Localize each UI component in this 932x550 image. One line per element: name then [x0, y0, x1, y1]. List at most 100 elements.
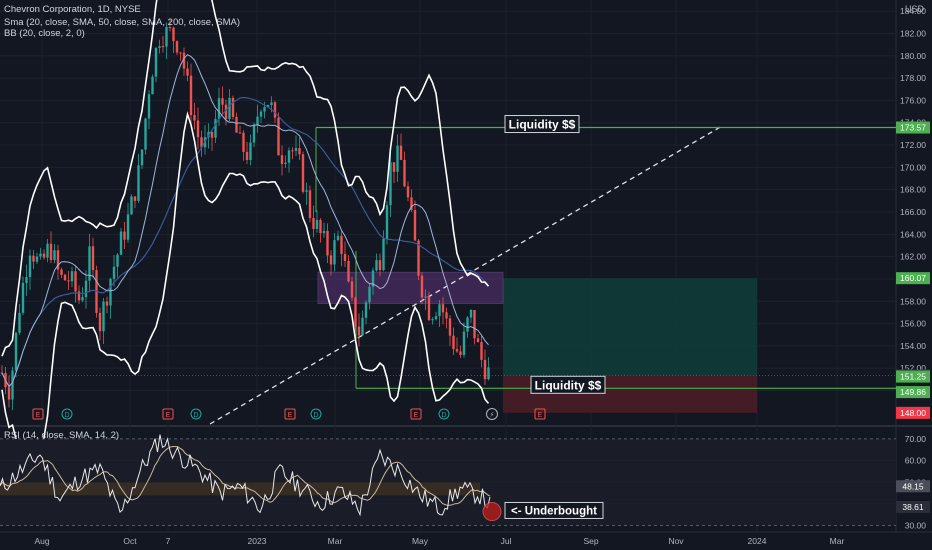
candle-body[interactable]	[329, 255, 333, 265]
candle-body[interactable]	[350, 281, 354, 298]
candle-body[interactable]	[123, 231, 126, 240]
candle-body[interactable]	[60, 269, 63, 275]
candle-body[interactable]	[413, 210, 417, 241]
candle-body[interactable]	[91, 246, 95, 271]
candle-body[interactable]	[473, 309, 476, 339]
candle-body[interactable]	[322, 230, 326, 234]
candle-body[interactable]	[273, 102, 277, 118]
candle-body[interactable]	[32, 255, 35, 262]
candle-body[interactable]	[284, 162, 287, 164]
candle-body[interactable]	[280, 155, 284, 164]
candle-body[interactable]	[249, 142, 252, 161]
price-chart-canvas[interactable]: 184.00182.00180.00178.00176.00174.00172.…	[0, 0, 932, 550]
candle-body[interactable]	[403, 159, 406, 187]
underbought-marker[interactable]	[482, 502, 502, 522]
candle-body[interactable]	[186, 68, 189, 76]
candle-body[interactable]	[35, 256, 39, 262]
candle-body[interactable]	[84, 280, 88, 298]
candle-body[interactable]	[455, 349, 459, 352]
candle-body[interactable]	[217, 98, 221, 120]
candle-body[interactable]	[39, 253, 42, 257]
candle-body[interactable]	[252, 125, 256, 143]
candle-body[interactable]	[256, 116, 259, 126]
candle-body[interactable]	[347, 260, 350, 282]
candle-body[interactable]	[214, 119, 217, 138]
candle-body[interactable]	[431, 319, 434, 321]
candle-body[interactable]	[298, 148, 301, 155]
candle-body[interactable]	[406, 186, 410, 198]
candle-body[interactable]	[357, 326, 361, 336]
candle-body[interactable]	[140, 149, 144, 166]
candle-body[interactable]	[389, 162, 392, 206]
candle-body[interactable]	[476, 338, 480, 343]
candle-body[interactable]	[193, 115, 196, 121]
candle-body[interactable]	[420, 275, 424, 298]
target-zone[interactable]	[503, 278, 757, 376]
candle-body[interactable]	[70, 271, 74, 282]
candle-body[interactable]	[277, 117, 280, 156]
candle-body[interactable]	[137, 165, 140, 201]
candle-body[interactable]	[427, 296, 431, 321]
candle-body[interactable]	[483, 359, 487, 380]
candle-body[interactable]	[361, 317, 364, 336]
candle-body[interactable]	[179, 52, 182, 54]
candle-body[interactable]	[462, 331, 466, 355]
candle-body[interactable]	[133, 196, 137, 201]
candle-body[interactable]	[294, 148, 298, 151]
candle-body[interactable]	[326, 230, 329, 256]
candle-body[interactable]	[340, 235, 343, 254]
candle-body[interactable]	[315, 219, 319, 229]
candle-body[interactable]	[196, 120, 200, 138]
candle-body[interactable]	[343, 253, 347, 261]
candle-body[interactable]	[382, 238, 385, 271]
candle-body[interactable]	[105, 301, 109, 306]
candle-body[interactable]	[210, 131, 214, 138]
candle-body[interactable]	[441, 304, 445, 313]
candle-body[interactable]	[301, 154, 305, 192]
candle-body[interactable]	[375, 260, 378, 271]
candle-body[interactable]	[319, 219, 322, 234]
candle-body[interactable]	[364, 302, 368, 318]
candle-body[interactable]	[63, 274, 67, 281]
candle-body[interactable]	[175, 41, 179, 53]
candle-body[interactable]	[396, 145, 399, 172]
candle-body[interactable]	[53, 250, 56, 261]
candle-body[interactable]	[11, 370, 14, 400]
candle-body[interactable]	[452, 335, 455, 350]
candle-body[interactable]	[18, 312, 21, 333]
candle-body[interactable]	[49, 243, 53, 261]
candle-body[interactable]	[424, 296, 427, 298]
candle-body[interactable]	[238, 132, 242, 134]
candle-body[interactable]	[354, 297, 357, 327]
candle-body[interactable]	[245, 151, 249, 161]
candle-body[interactable]	[14, 332, 18, 371]
candle-body[interactable]	[466, 317, 469, 332]
candle-body[interactable]	[263, 107, 266, 112]
candle-body[interactable]	[98, 312, 102, 332]
candle-body[interactable]	[385, 205, 389, 239]
candle-body[interactable]	[270, 102, 273, 105]
candle-body[interactable]	[126, 214, 130, 240]
sma-indicator-legend[interactable]: Sma (20, close, SMA, 50, close, SMA, 200…	[4, 17, 240, 28]
candle-body[interactable]	[7, 387, 11, 400]
candle-body[interactable]	[434, 316, 438, 320]
candle-body[interactable]	[221, 98, 224, 105]
candle-body[interactable]	[287, 150, 291, 163]
candle-body[interactable]	[445, 312, 448, 319]
candle-body[interactable]	[448, 318, 452, 336]
candle-body[interactable]	[469, 309, 473, 318]
candle-body[interactable]	[21, 282, 25, 313]
candle-body[interactable]	[102, 301, 105, 332]
candle-body[interactable]	[189, 75, 193, 116]
candle-body[interactable]	[109, 278, 112, 306]
candle-body[interactable]	[259, 111, 263, 117]
candle-body[interactable]	[487, 367, 490, 380]
candle-body[interactable]	[459, 351, 462, 355]
candle-body[interactable]	[291, 150, 294, 152]
candle-body[interactable]	[42, 253, 46, 258]
candle-body[interactable]	[305, 190, 308, 192]
candle-body[interactable]	[116, 254, 119, 267]
candle-body[interactable]	[154, 48, 158, 77]
candle-body[interactable]	[378, 260, 382, 271]
candle-body[interactable]	[158, 46, 161, 49]
